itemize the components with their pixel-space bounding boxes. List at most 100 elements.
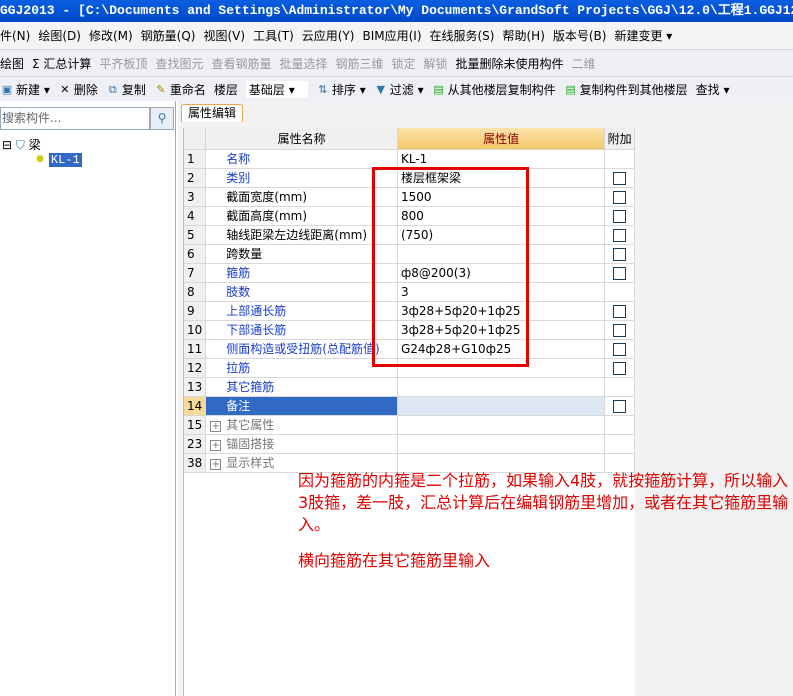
table-row[interactable]: 23 + 锚固搭接 xyxy=(184,434,635,454)
extra-checkbox[interactable] xyxy=(613,247,627,261)
toolbar-button[interactable]: 绘图 xyxy=(0,55,24,72)
toolbar-button[interactable]: 解锁 xyxy=(424,55,448,72)
extra-checkbox[interactable] xyxy=(613,266,627,280)
property-value[interactable] xyxy=(397,358,606,378)
menu-item[interactable]: 新建变更 ▾ xyxy=(614,27,672,44)
property-name[interactable]: 侧面构造或受扭筋(总配筋值) xyxy=(205,339,398,359)
table-row[interactable]: 14 备注 xyxy=(184,396,635,416)
toolbar-button[interactable]: Σ 汇总计算 xyxy=(32,55,91,72)
property-name[interactable]: + 锚固搭接 xyxy=(205,434,398,454)
find-button[interactable]: 查找 ▾ xyxy=(696,81,730,98)
menu-item[interactable]: 云应用(Y) xyxy=(302,27,355,44)
table-row[interactable]: 5 轴线距梁左边线距离(mm) (750) xyxy=(184,225,635,245)
filter-button[interactable]: ▼ 过滤 ▾ xyxy=(374,81,424,98)
toolbar-button[interactable]: 锁定 xyxy=(392,55,416,72)
property-value[interactable]: 1500 xyxy=(397,187,606,207)
toolbar-button[interactable]: 钢筋三维 xyxy=(335,55,383,72)
tree-node-beam[interactable]: ⊟ ⛉ 梁 xyxy=(2,136,41,153)
table-row[interactable]: 1 名称 KL-1 xyxy=(184,149,635,169)
property-name[interactable]: 备注 xyxy=(205,396,398,416)
toolbar-button[interactable]: 批量选择 xyxy=(279,55,327,72)
menu-item[interactable]: BIM应用(I) xyxy=(362,27,421,44)
menu-item[interactable]: 在线服务(S) xyxy=(430,27,495,44)
table-row[interactable]: 15 + 其它属性 xyxy=(184,415,635,435)
property-value[interactable]: G24ф28+G10ф25 xyxy=(397,339,606,359)
property-value[interactable] xyxy=(397,396,606,416)
rename-button[interactable]: ✎ 重命名 xyxy=(154,81,206,98)
property-name[interactable]: 轴线距梁左边线距离(mm) xyxy=(205,225,398,245)
tab-property-edit[interactable]: 属性编辑 xyxy=(181,104,243,122)
menu-item[interactable]: 工具(T) xyxy=(253,27,294,44)
table-row[interactable]: 10 下部通长筋 3ф28+5ф20+1ф25 xyxy=(184,320,635,340)
extra-checkbox[interactable] xyxy=(613,399,627,413)
extra-checkbox[interactable] xyxy=(613,171,627,185)
property-value[interactable]: 3 xyxy=(397,282,606,302)
extra-checkbox[interactable] xyxy=(613,361,627,375)
new-button[interactable]: ▣ 新建 ▾ xyxy=(0,81,50,98)
property-name[interactable]: 上部通长筋 xyxy=(205,301,398,321)
property-value[interactable] xyxy=(397,434,606,454)
expand-icon[interactable]: + xyxy=(210,421,222,432)
sort-button[interactable]: ⇅ 排序 ▾ xyxy=(316,81,365,98)
menu-item[interactable]: 版本号(B) xyxy=(553,27,607,44)
floor-select[interactable]: 基础层 ▾ xyxy=(245,80,308,98)
extra-checkbox[interactable] xyxy=(613,209,627,223)
table-row[interactable]: 8 肢数 3 xyxy=(184,282,635,302)
property-value[interactable] xyxy=(397,415,606,435)
extra-checkbox[interactable] xyxy=(613,190,627,204)
menu-item[interactable]: 钢筋量(Q) xyxy=(141,27,196,44)
toolbar-button[interactable]: 二维 xyxy=(572,55,596,72)
property-name[interactable]: 肢数 xyxy=(205,282,398,302)
copy-to-floor-button[interactable]: ▤ 复制构件到其他楼层 xyxy=(564,81,687,98)
property-name[interactable]: 截面高度(mm) xyxy=(205,206,398,226)
property-name[interactable]: 截面宽度(mm) xyxy=(205,187,398,207)
toolbar-button[interactable]: 平齐板顶 xyxy=(99,55,147,72)
property-name[interactable]: + 其它属性 xyxy=(205,415,398,435)
toolbar-button[interactable]: 查找图元 xyxy=(155,55,203,72)
property-value[interactable]: ф8@200(3) xyxy=(397,263,606,283)
property-value[interactable]: (750) xyxy=(397,225,606,245)
menu-item[interactable]: 绘图(D) xyxy=(38,27,81,44)
property-value[interactable] xyxy=(397,244,606,264)
table-row[interactable]: 3 截面宽度(mm) 1500 xyxy=(184,187,635,207)
table-row[interactable]: 2 类别 楼层框架梁 xyxy=(184,168,635,188)
property-name[interactable]: 箍筋 xyxy=(205,263,398,283)
copy-from-floor-button[interactable]: ▤ 从其他楼层复制构件 xyxy=(432,81,555,98)
search-input[interactable]: 搜索构件... xyxy=(0,107,150,130)
table-row[interactable]: 4 截面高度(mm) 800 xyxy=(184,206,635,226)
collapse-icon[interactable]: ⊟ xyxy=(2,138,12,152)
menu-item[interactable]: 修改(M) xyxy=(89,27,133,44)
menu-item[interactable]: 件(N) xyxy=(0,27,30,44)
property-name[interactable]: 名称 xyxy=(205,149,398,169)
table-row[interactable]: 9 上部通长筋 3ф28+5ф20+1ф25 xyxy=(184,301,635,321)
search-button[interactable]: ⚲ xyxy=(150,107,174,130)
table-row[interactable]: 6 跨数量 xyxy=(184,244,635,264)
property-name[interactable]: 跨数量 xyxy=(205,244,398,264)
property-value[interactable]: 3ф28+5ф20+1ф25 xyxy=(397,301,606,321)
table-row[interactable]: 11 侧面构造或受扭筋(总配筋值) G24ф28+G10ф25 xyxy=(184,339,635,359)
property-name[interactable]: 拉筋 xyxy=(205,358,398,378)
copy-button[interactable]: ⧉ 复制 xyxy=(106,81,146,98)
property-name[interactable]: 下部通长筋 xyxy=(205,320,398,340)
table-row[interactable]: 7 箍筋 ф8@200(3) xyxy=(184,263,635,283)
extra-checkbox[interactable] xyxy=(613,342,627,356)
toolbar-button[interactable]: 查看钢筋量 xyxy=(211,55,271,72)
menu-item[interactable]: 帮助(H) xyxy=(502,27,544,44)
delete-button[interactable]: ✕ 删除 xyxy=(58,81,98,98)
toolbar-button[interactable]: 批量删除未使用构件 xyxy=(456,55,564,72)
property-value[interactable]: KL-1 xyxy=(397,149,606,169)
expand-icon[interactable]: + xyxy=(210,459,222,470)
table-row[interactable]: 12 拉筋 xyxy=(184,358,635,378)
property-value[interactable]: 3ф28+5ф20+1ф25 xyxy=(397,320,606,340)
property-value[interactable]: 800 xyxy=(397,206,606,226)
extra-checkbox[interactable] xyxy=(613,228,627,242)
property-name[interactable]: 类别 xyxy=(205,168,398,188)
menu-item[interactable]: 视图(V) xyxy=(203,27,245,44)
property-name[interactable]: 其它箍筋 xyxy=(205,377,398,397)
property-value[interactable] xyxy=(397,377,606,397)
table-row[interactable]: 13 其它箍筋 xyxy=(184,377,635,397)
extra-checkbox[interactable] xyxy=(613,304,627,318)
expand-icon[interactable]: + xyxy=(210,440,222,451)
tree-item-kl1[interactable]: ✹ KL-1 xyxy=(35,152,82,167)
extra-checkbox[interactable] xyxy=(613,323,627,337)
